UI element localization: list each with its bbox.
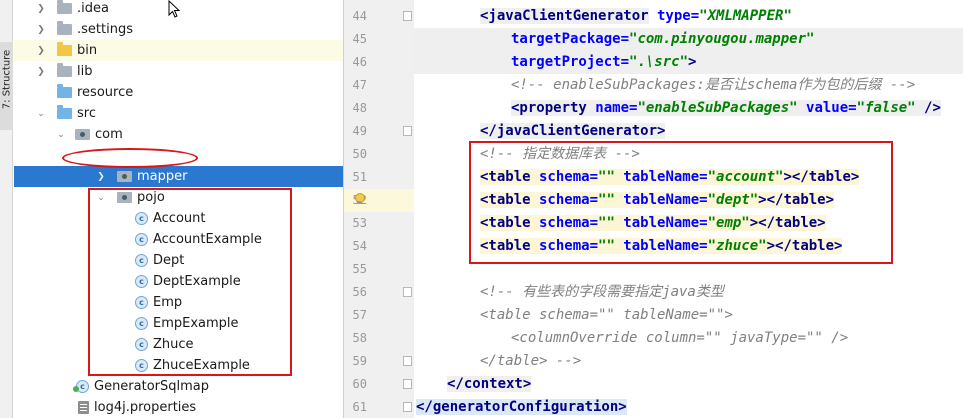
structure-tab-label: 7: Structure [1,49,13,110]
annotation-box-tables [469,141,893,264]
annotation-box-pojo [88,188,292,376]
fold-marker-icon[interactable] [403,126,412,136]
code-line[interactable]: </javaClientGenerator> [480,120,963,143]
intention-bulb-icon[interactable] [354,193,365,205]
chevron-right-icon[interactable]: ❯ [36,25,46,35]
line-number: 60 [352,377,367,391]
line-number: 53 [352,216,367,230]
chevron-down-icon[interactable]: ⌄ [56,130,66,140]
tree-item-label: .idea [77,1,109,16]
fold-marker-icon[interactable] [403,287,412,297]
editor-gutter: 44 45 46 47 48 49 50 51 52 53 54 55 56 5… [344,0,414,418]
fold-marker-icon[interactable] [403,379,412,389]
tree-item-label: .settings [77,22,133,37]
fold-marker-icon[interactable] [403,11,412,21]
line-number: 46 [352,55,367,69]
source-folder-icon [57,105,72,119]
fold-marker-icon[interactable] [403,356,412,366]
code-line[interactable]: </context> [447,373,963,396]
code-line[interactable]: <table schema="" tableName=""> [480,304,963,327]
chevron-right-icon[interactable]: ❯ [36,46,46,56]
code-line[interactable]: </generatorConfiguration> [416,396,963,418]
chevron-down-icon[interactable]: ⌄ [36,109,46,119]
line-number: 48 [352,101,367,115]
tree-item-resource[interactable]: ❯ resource [14,82,343,103]
code-line[interactable]: targetPackage="com.pinyougou.mapper" [414,28,963,51]
line-number: 54 [352,239,367,253]
tree-item-label: bin [77,43,98,58]
code-line[interactable]: <!-- 有些表的字段需要指定java类型 [480,281,963,304]
tree-item-settings[interactable]: ❯ .settings [14,19,343,40]
tree-item-label: mapper [137,169,188,184]
line-number: 47 [352,78,367,92]
tree-item-label: src [77,106,96,121]
mouse-cursor-icon [168,0,181,18]
tree-item-mapper[interactable]: ❯ mapper [14,166,343,187]
package-icon [75,129,90,140]
chevron-right-icon[interactable]: ❯ [36,4,46,14]
tree-item-generatorsqlmap[interactable]: c GeneratorSqlmap [14,376,343,397]
tree-item-log4j[interactable]: log4j.properties [14,397,343,418]
tree-item-label: lib [77,64,93,79]
folder-icon [57,21,72,35]
line-number: 59 [352,354,367,368]
tree-item-lib[interactable]: ❯ lib [14,61,343,82]
line-number: 57 [352,308,367,322]
line-number: 58 [352,331,367,345]
code-line[interactable]: </table> --> [480,350,963,373]
tree-item-com[interactable]: ⌄ com [14,124,343,145]
chevron-right-icon[interactable]: ❯ [36,67,46,77]
chevron-right-icon[interactable]: ❯ [96,172,106,182]
tree-item-src[interactable]: ⌄ src [14,103,343,124]
folder-icon [57,42,72,56]
folder-icon [57,63,72,77]
line-number: 55 [352,262,367,276]
line-number: 51 [352,170,367,184]
line-number: 45 [352,32,367,46]
structure-toolwindow-strip: 7: Structure [0,0,13,418]
tree-item-bin[interactable]: ❯ bin [14,40,343,61]
annotation-ellipse [62,148,198,168]
code-line[interactable]: <javaClientGenerator type="XMLMAPPER" [480,5,963,28]
line-number: 44 [352,9,367,23]
tree-item-label: GeneratorSqlmap [94,379,210,394]
line-number: 49 [352,124,367,138]
tree-item-label: resource [77,85,134,100]
code-line[interactable]: <!-- enableSubPackages:是否让schema作为包的后缀 -… [511,74,963,97]
fold-marker-icon[interactable] [403,402,412,412]
package-icon [117,171,132,182]
tree-item-label: log4j.properties [94,400,197,415]
code-line[interactable]: <property name="enableSubPackages" value… [511,97,963,120]
folder-icon [57,84,72,98]
tree-item-label: com [95,127,123,142]
line-number: 56 [352,285,367,299]
folder-icon [57,0,72,14]
class-icon: c [73,380,89,393]
properties-icon [78,401,89,414]
code-line[interactable]: <columnOverride column="" javaType="" /> [511,327,963,350]
line-number: 61 [352,400,367,414]
line-number: 50 [352,147,367,161]
code-line[interactable]: targetProject=".\src"> [414,51,963,74]
